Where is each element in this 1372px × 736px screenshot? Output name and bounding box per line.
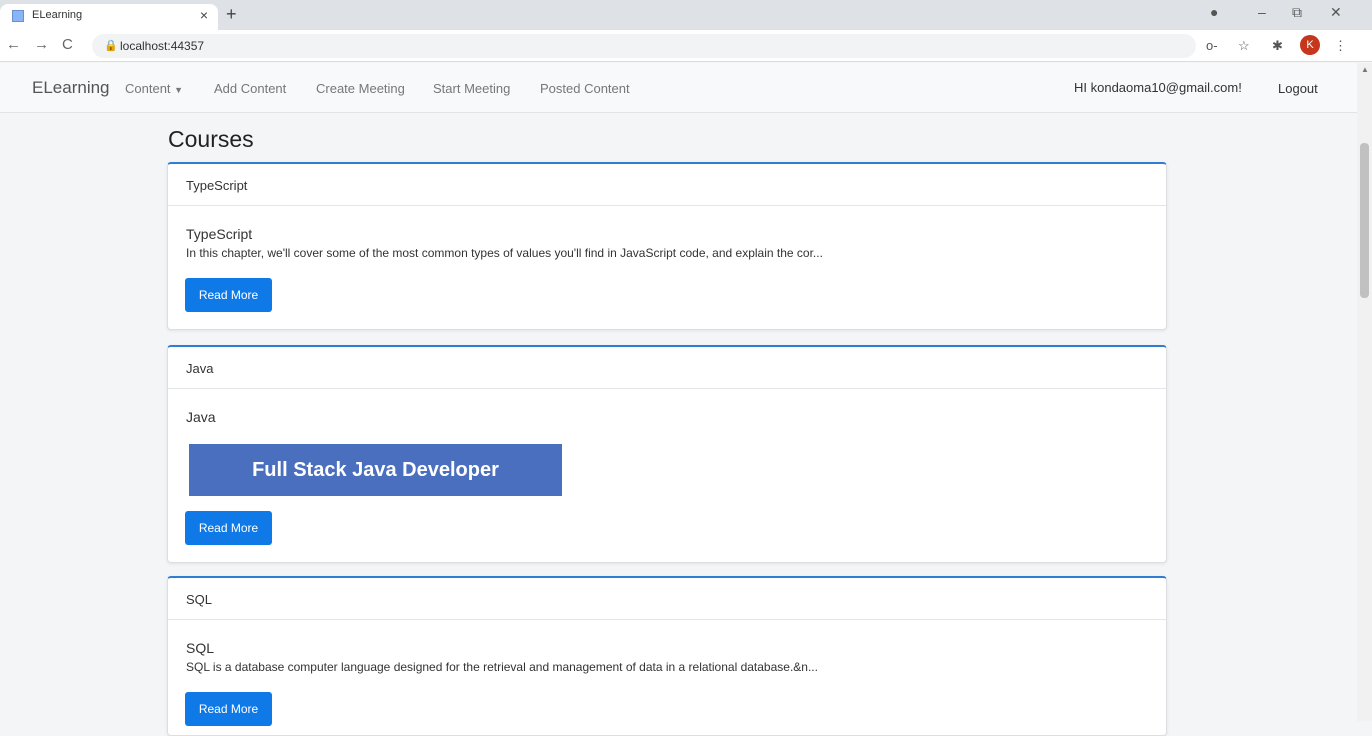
site-navbar: ELearning Content ▼ Add Content Create M… [0, 63, 1357, 113]
scroll-thumb[interactable] [1360, 143, 1369, 298]
tab-title: ELearning [32, 9, 83, 21]
card-title: SQL [186, 640, 215, 656]
nav-start-meeting[interactable]: Start Meeting [433, 81, 510, 96]
nav-posted-content[interactable]: Posted Content [540, 81, 630, 96]
browser-toolbar: ← → C 🔒 localhost:44357 o- ☆ ✱ K ⋮ [0, 30, 1372, 62]
card-title: Java [186, 409, 216, 425]
reload-icon[interactable]: C [62, 36, 73, 53]
nav-content-dropdown[interactable]: Content ▼ [125, 81, 183, 96]
scroll-up-icon[interactable]: ▲ [1361, 65, 1369, 74]
course-card: Java Java Full Stack Java Developer Read… [167, 345, 1167, 563]
read-more-button[interactable]: Read More [185, 511, 272, 545]
lock-icon: 🔒 [104, 40, 118, 52]
browser-tab-bar: ELearning × + ● – ⧉ ✕ [0, 0, 1372, 30]
profile-avatar[interactable]: K [1300, 35, 1320, 55]
star-icon[interactable]: ☆ [1238, 38, 1250, 54]
read-more-button[interactable]: Read More [185, 278, 272, 312]
card-body: TypeScript In this chapter, we'll cover … [168, 206, 1166, 312]
extensions-icon[interactable]: ✱ [1272, 38, 1283, 54]
caret-down-icon: ▼ [174, 85, 184, 95]
forward-icon[interactable]: → [34, 36, 49, 53]
page: ELearning Content ▼ Add Content Create M… [0, 63, 1357, 736]
window-close-icon[interactable]: ✕ [1330, 4, 1342, 21]
key-icon[interactable]: o- [1206, 38, 1218, 53]
card-description: In this chapter, we'll cover some of the… [186, 246, 823, 260]
card-body: SQL SQL is a database computer language … [168, 620, 1166, 726]
user-greeting[interactable]: HI kondaoma10@gmail.com! [1074, 80, 1242, 95]
restore-icon[interactable]: ⧉ [1292, 4, 1302, 21]
nav-add-content[interactable]: Add Content [214, 81, 286, 96]
card-header: SQL [168, 578, 1166, 620]
minimize-icon[interactable]: – [1258, 4, 1266, 20]
browser-menu-icon[interactable]: ⋮ [1334, 38, 1347, 54]
logout-link[interactable]: Logout [1278, 81, 1318, 96]
brand-link[interactable]: ELearning [32, 78, 110, 98]
nav-create-meeting[interactable]: Create Meeting [316, 81, 405, 96]
vertical-scrollbar[interactable]: ▲ [1357, 63, 1372, 721]
card-header: TypeScript [168, 164, 1166, 206]
course-card: SQL SQL SQL is a database computer langu… [167, 576, 1167, 736]
tab-close-icon[interactable]: × [200, 7, 208, 23]
card-description: SQL is a database computer language desi… [186, 660, 818, 674]
course-card: TypeScript TypeScript In this chapter, w… [167, 162, 1167, 330]
card-title: TypeScript [186, 226, 253, 242]
browser-tab[interactable]: ELearning × [0, 4, 218, 30]
card-body: Java Full Stack Java Developer Read More [168, 389, 1166, 545]
new-tab-icon[interactable]: + [226, 4, 237, 25]
back-icon[interactable]: ← [6, 36, 21, 53]
record-icon[interactable]: ● [1210, 4, 1218, 20]
course-banner-image: Full Stack Java Developer [189, 444, 562, 496]
page-title: Courses [168, 126, 254, 152]
address-bar[interactable]: 🔒 localhost:44357 [92, 34, 1196, 58]
page-favicon-icon [12, 10, 24, 22]
card-header: Java [168, 347, 1166, 389]
url-text[interactable]: localhost:44357 [120, 39, 204, 53]
nav-content-label: Content [125, 81, 171, 96]
